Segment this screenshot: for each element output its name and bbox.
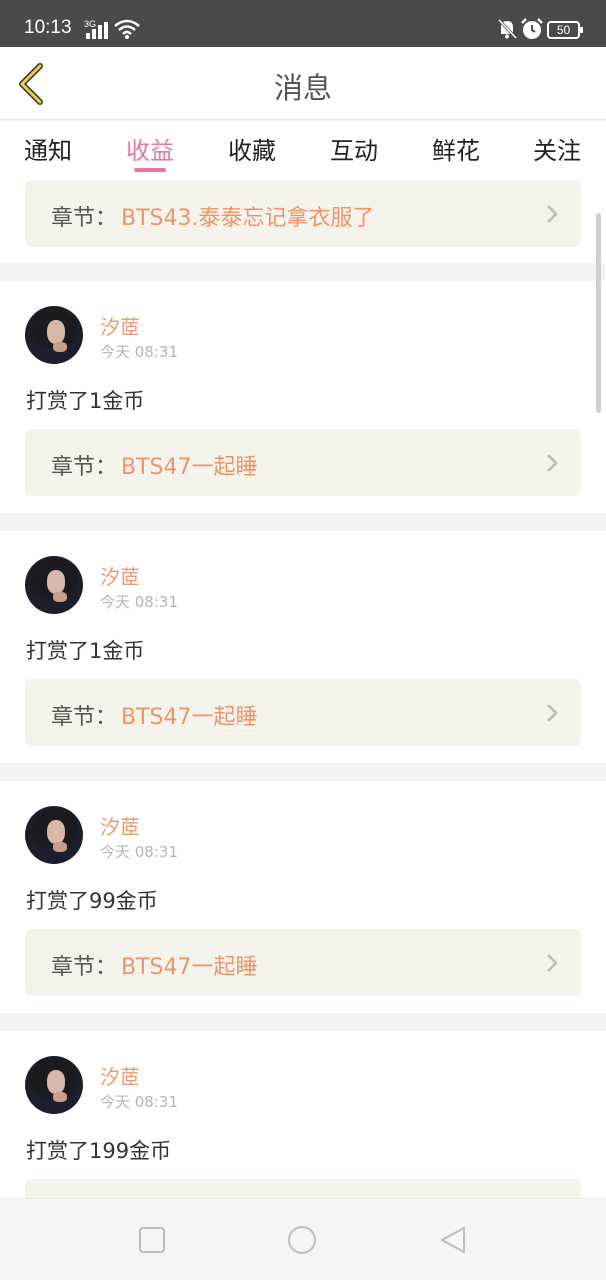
mute-bell-icon (497, 18, 518, 40)
home-circle-icon[interactable] (287, 1225, 317, 1255)
reward-message: 打赏了1金币 (26, 639, 145, 663)
avatar[interactable] (25, 806, 83, 864)
list-item: 汐茝 今天 08:31 打赏了99金币 章节： BTS47一起睡 (0, 781, 606, 1013)
timestamp: 今天 08:31 (100, 343, 178, 361)
chapter-label: 章节： (51, 455, 118, 480)
tab-interactions[interactable]: 互动 (330, 131, 378, 166)
timestamp: 今天 08:31 (100, 593, 178, 611)
chevron-right-icon (547, 954, 558, 972)
chevron-right-icon (547, 205, 558, 223)
chapter-title: BTS43.泰泰忘记拿衣服了 (121, 206, 375, 231)
active-tab-indicator (134, 168, 166, 172)
app-header: 消息 (0, 47, 606, 120)
chapter-title: BTS47一起睡 (121, 455, 258, 480)
back-triangle-icon[interactable] (438, 1225, 468, 1255)
tab-favorites[interactable]: 收藏 (228, 131, 276, 166)
timestamp: 今天 08:31 (100, 843, 178, 861)
status-time: 10:13 (24, 17, 72, 38)
avatar[interactable] (25, 1056, 83, 1114)
chapter-title: BTS47一起睡 (121, 705, 258, 730)
message-feed[interactable]: 章节： BTS43.泰泰忘记拿衣服了 汐茝 今天 08:31 打赏了1金币 章节… (0, 173, 606, 1198)
tab-flowers[interactable]: 鲜花 (432, 131, 480, 166)
timestamp: 今天 08:31 (100, 1093, 178, 1111)
tab-notifications[interactable]: 通知 (24, 131, 72, 166)
chevron-right-icon (547, 454, 558, 472)
recents-square-icon[interactable] (137, 1225, 167, 1255)
avatar[interactable] (25, 556, 83, 614)
status-bar: 10:13 3G 50 (0, 0, 606, 47)
wifi-icon (114, 19, 140, 39)
reward-message: 打赏了199金币 (26, 1139, 172, 1163)
username[interactable]: 汐茝 (100, 811, 140, 840)
chapter-link[interactable]: 章节： BTS47一起睡 (25, 429, 581, 496)
tab-earnings[interactable]: 收益 (126, 131, 174, 166)
battery-icon: 50 (547, 21, 583, 39)
scrollbar[interactable] (596, 213, 601, 413)
page-title: 消息 (273, 71, 332, 105)
chapter-link[interactable] (25, 1179, 581, 1198)
system-nav-bar (0, 1198, 606, 1280)
alarm-icon (521, 18, 543, 39)
chevron-right-icon (547, 704, 558, 722)
chapter-label: 章节： (51, 705, 118, 730)
tab-bar: 通知 收益 收藏 互动 鲜花 关注 (0, 121, 606, 173)
reward-message: 打赏了99金币 (26, 889, 158, 913)
chapter-label: 章节： (51, 206, 118, 231)
reward-message: 打赏了1金币 (26, 389, 145, 413)
signal-icon (86, 22, 108, 39)
username[interactable]: 汐茝 (100, 311, 140, 340)
list-item: 汐茝 今天 08:31 打赏了1金币 章节： BTS47一起睡 (0, 531, 606, 763)
list-item: 汐茝 今天 08:31 打赏了1金币 章节： BTS47一起睡 (0, 281, 606, 513)
username[interactable]: 汐茝 (100, 561, 140, 590)
list-item: 章节： BTS43.泰泰忘记拿衣服了 (0, 173, 606, 263)
chapter-link[interactable]: 章节： BTS47一起睡 (25, 929, 581, 996)
chapter-title: BTS47一起睡 (121, 955, 258, 980)
avatar[interactable] (25, 306, 83, 364)
chapter-link[interactable]: 章节： BTS47一起睡 (25, 679, 581, 746)
tab-follows[interactable]: 关注 (533, 131, 581, 166)
username[interactable]: 汐茝 (100, 1061, 140, 1090)
list-item: 汐茝 今天 08:31 打赏了199金币 (0, 1031, 606, 1198)
chapter-link[interactable]: 章节： BTS43.泰泰忘记拿衣服了 (25, 180, 581, 247)
chapter-label: 章节： (51, 955, 118, 980)
